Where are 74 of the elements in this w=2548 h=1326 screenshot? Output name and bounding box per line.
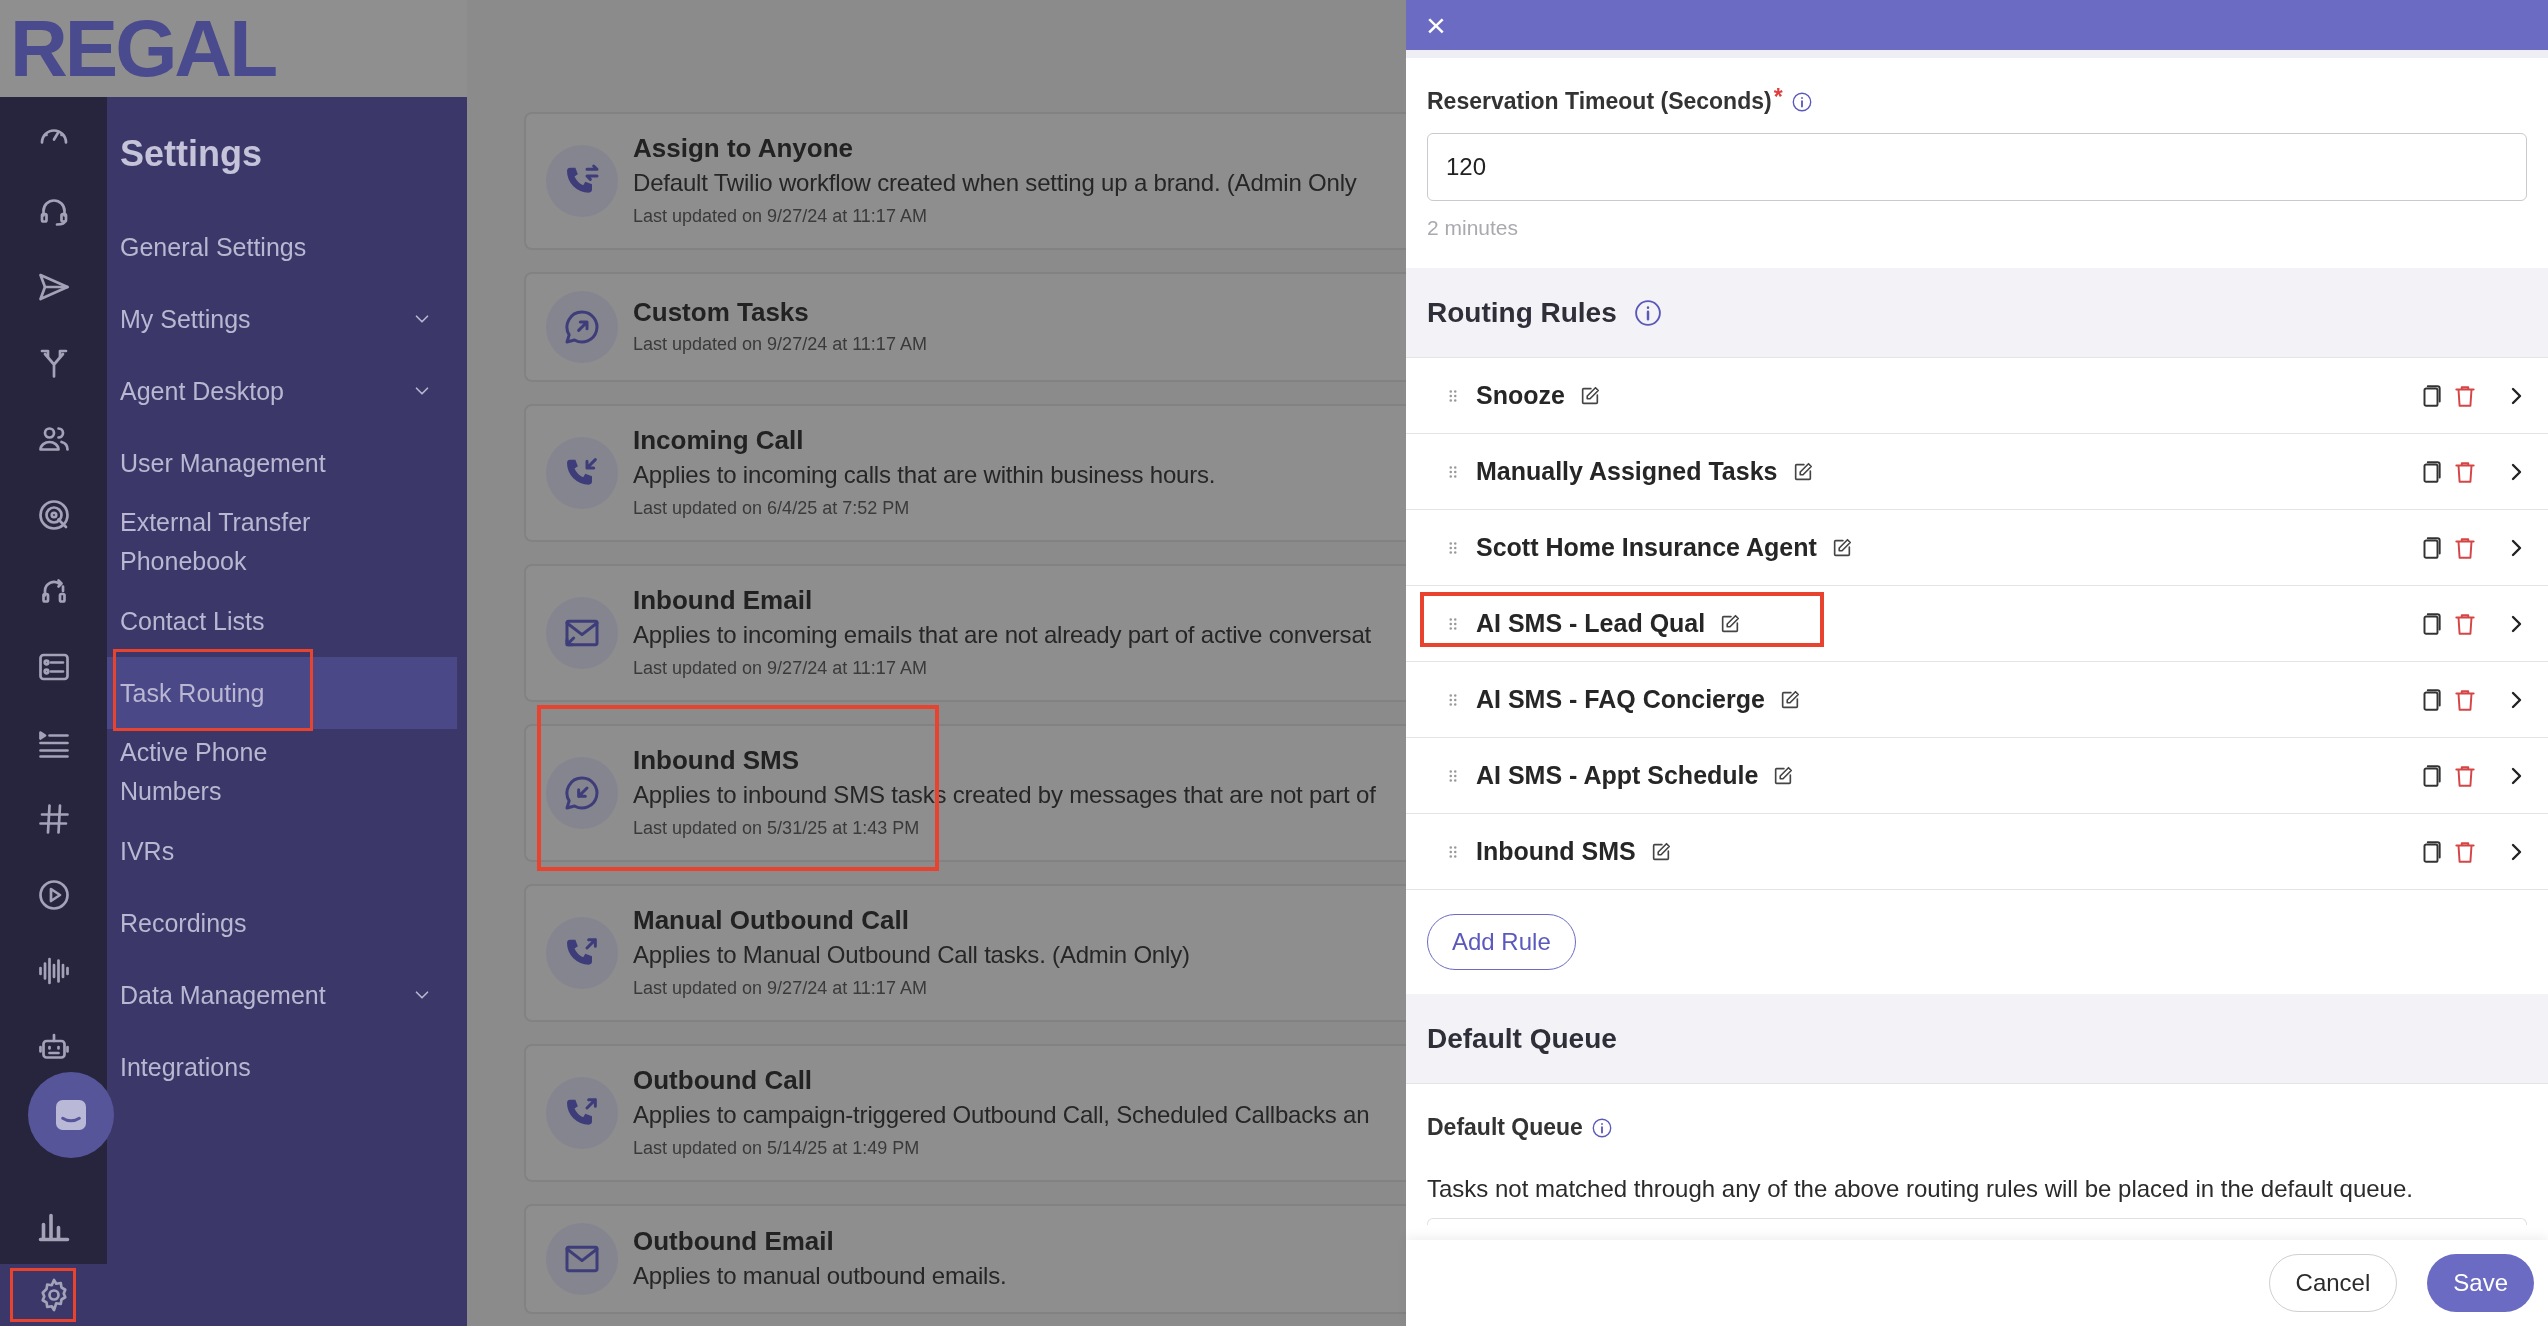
- nav-item[interactable]: General Settings: [107, 211, 457, 283]
- last-updated: Last updated on 5/31/25 at 1:43 PM: [633, 817, 921, 840]
- workflow-description: Default Twilio workflow created when setting up a brand. (Admin Only: [633, 168, 1357, 198]
- workflow-card[interactable]: Custom Tasks Last updated on 9/27/24 at 11:17 AM: [524, 272, 1406, 382]
- close-button[interactable]: ×: [1426, 8, 1446, 42]
- routing-rule-row[interactable]: Snooze: [1406, 358, 2548, 434]
- routing-rule-row[interactable]: Scott Home Insurance Agent: [1406, 510, 2548, 586]
- workflow-description: Applies to manual outbound emails.: [633, 1261, 1007, 1291]
- brand-logo: REGAL: [10, 8, 275, 89]
- settings-title: Settings: [120, 132, 263, 176]
- rule-name: AI SMS - Lead Qual: [1476, 611, 1706, 636]
- workflow-title: Incoming Call: [633, 424, 805, 457]
- nav-item[interactable]: Active Phone Numbers: [107, 729, 457, 815]
- timeout-input[interactable]: 120: [1427, 133, 2527, 201]
- last-updated: Last updated on 5/14/25 at 1:49 PM: [633, 1137, 921, 1160]
- last-updated: Last updated on 9/27/24 at 11:17 AM: [633, 333, 927, 356]
- nav-item[interactable]: External Transfer Phonebook: [107, 499, 457, 585]
- workflow-description: Applies to campaign-triggered Outbound Call, Scheduled Callbacks an: [633, 1100, 1370, 1130]
- workflow-title: Custom Tasks: [633, 296, 810, 329]
- add-rule-button[interactable]: Add Rule: [1427, 914, 1576, 970]
- info-icon[interactable]: [1590, 1116, 1613, 1139]
- routing-rule-row[interactable]: AI SMS - FAQ Concierge: [1406, 662, 2548, 738]
- workflow-title: Manual Outbound Call: [633, 904, 910, 937]
- workflow-title: Assign to Anyone: [633, 132, 855, 165]
- workflow-title: Outbound Email: [633, 1225, 835, 1258]
- workflow-title: Outbound Call: [633, 1064, 814, 1097]
- section-description: Tasks not matched through any of the above routing rules will be placed in the default queue.: [1426, 1174, 2414, 1204]
- last-updated: Last updated on 6/4/25 at 7:52 PM: [633, 497, 911, 520]
- edit-icon[interactable]: [1772, 764, 1795, 787]
- rule-name: AI SMS - Appt Schedule: [1476, 763, 1759, 788]
- workflow-description: Applies to incoming emails that are not already part of active conversat: [633, 620, 1371, 650]
- nav-item[interactable]: Task Routing: [107, 657, 457, 729]
- rule-name: Snooze: [1476, 383, 1565, 408]
- workflow-card[interactable]: Assign to Anyone Default Twilio workflow created when setting up a brand. (Admin Only Last updated on 9/27/24 at 11:17 AM: [524, 112, 1406, 250]
- routing-rule-row[interactable]: Manually Assigned Tasks: [1406, 434, 2548, 510]
- field-hint: 2 minutes: [1427, 215, 1520, 241]
- nav-item[interactable]: Data Management: [107, 959, 457, 1031]
- routing-rule-row[interactable]: AI SMS - Appt Schedule: [1406, 738, 2548, 814]
- info-icon[interactable]: [1790, 90, 1813, 113]
- nav-item[interactable]: Agent Desktop: [107, 355, 457, 427]
- workflow-description: Applies to Manual Outbound Call tasks. (Admin Only): [633, 940, 1190, 970]
- nav-item[interactable]: My Settings: [107, 283, 457, 355]
- workflow-card[interactable]: Inbound Email Applies to incoming emails that are not already part of active conversat Last updated on 9/27/24 at 11:17 AM: [524, 564, 1406, 702]
- workflow-card[interactable]: Manual Outbound Call Applies to Manual Outbound Call tasks. (Admin Only) Last updated on 9/27/24 at 11:17 AM: [524, 884, 1406, 1022]
- rule-name: Manually Assigned Tasks: [1476, 459, 1778, 484]
- nav-item[interactable]: Recordings: [107, 887, 457, 959]
- save-button[interactable]: Save: [2427, 1254, 2534, 1312]
- workflow-card[interactable]: Outbound Email Applies to manual outbound emails.: [524, 1204, 1406, 1314]
- last-updated: Last updated on 9/27/24 at 11:17 AM: [633, 977, 928, 1000]
- rule-name: Scott Home Insurance Agent: [1476, 535, 1817, 560]
- workflow-title: Inbound SMS: [633, 744, 801, 777]
- last-updated: Last updated on 9/27/24 at 11:17 AM: [633, 205, 928, 228]
- nav-item[interactable]: User Management: [107, 427, 457, 499]
- last-updated: Last updated on 9/27/24 at 11:17 AM: [633, 657, 928, 680]
- section-title: Routing Rules: [1427, 298, 1617, 327]
- edit-icon[interactable]: [1719, 612, 1742, 635]
- workflow-card[interactable]: Outbound Call Applies to campaign-triggered Outbound Call, Scheduled Callbacks an Last updated on 5/14/25 at 1:49 PM: [524, 1044, 1406, 1182]
- rule-name: AI SMS - FAQ Concierge: [1476, 687, 1765, 712]
- field-label: Reservation Timeout (Seconds): [1427, 90, 1772, 113]
- required-mark: *: [1773, 86, 1783, 109]
- routing-rule-row[interactable]: AI SMS - Lead Qual: [1406, 586, 2548, 662]
- workflow-description: Applies to incoming calls that are within business hours.: [633, 460, 1216, 490]
- workflow-title: Inbound Email: [633, 584, 814, 617]
- info-icon[interactable]: [1632, 297, 1663, 328]
- routing-rule-row[interactable]: Inbound SMS: [1406, 814, 2548, 890]
- nav-item[interactable]: IVRs: [107, 815, 457, 887]
- rule-name: Inbound SMS: [1476, 839, 1636, 864]
- workflow-card[interactable]: Incoming Call Applies to incoming calls that are within business hours. Last updated on 6/4/25 at 7:52 PM: [524, 404, 1406, 542]
- nav-item[interactable]: Integrations: [107, 1031, 457, 1103]
- section-title: Default Queue: [1427, 1024, 1617, 1053]
- cancel-button[interactable]: Cancel: [2268, 1254, 2398, 1312]
- nav-item[interactable]: Contact Lists: [107, 585, 457, 657]
- field-label: Default Queue: [1427, 1116, 1583, 1139]
- queue-select-field[interactable]: [1427, 1218, 2527, 1226]
